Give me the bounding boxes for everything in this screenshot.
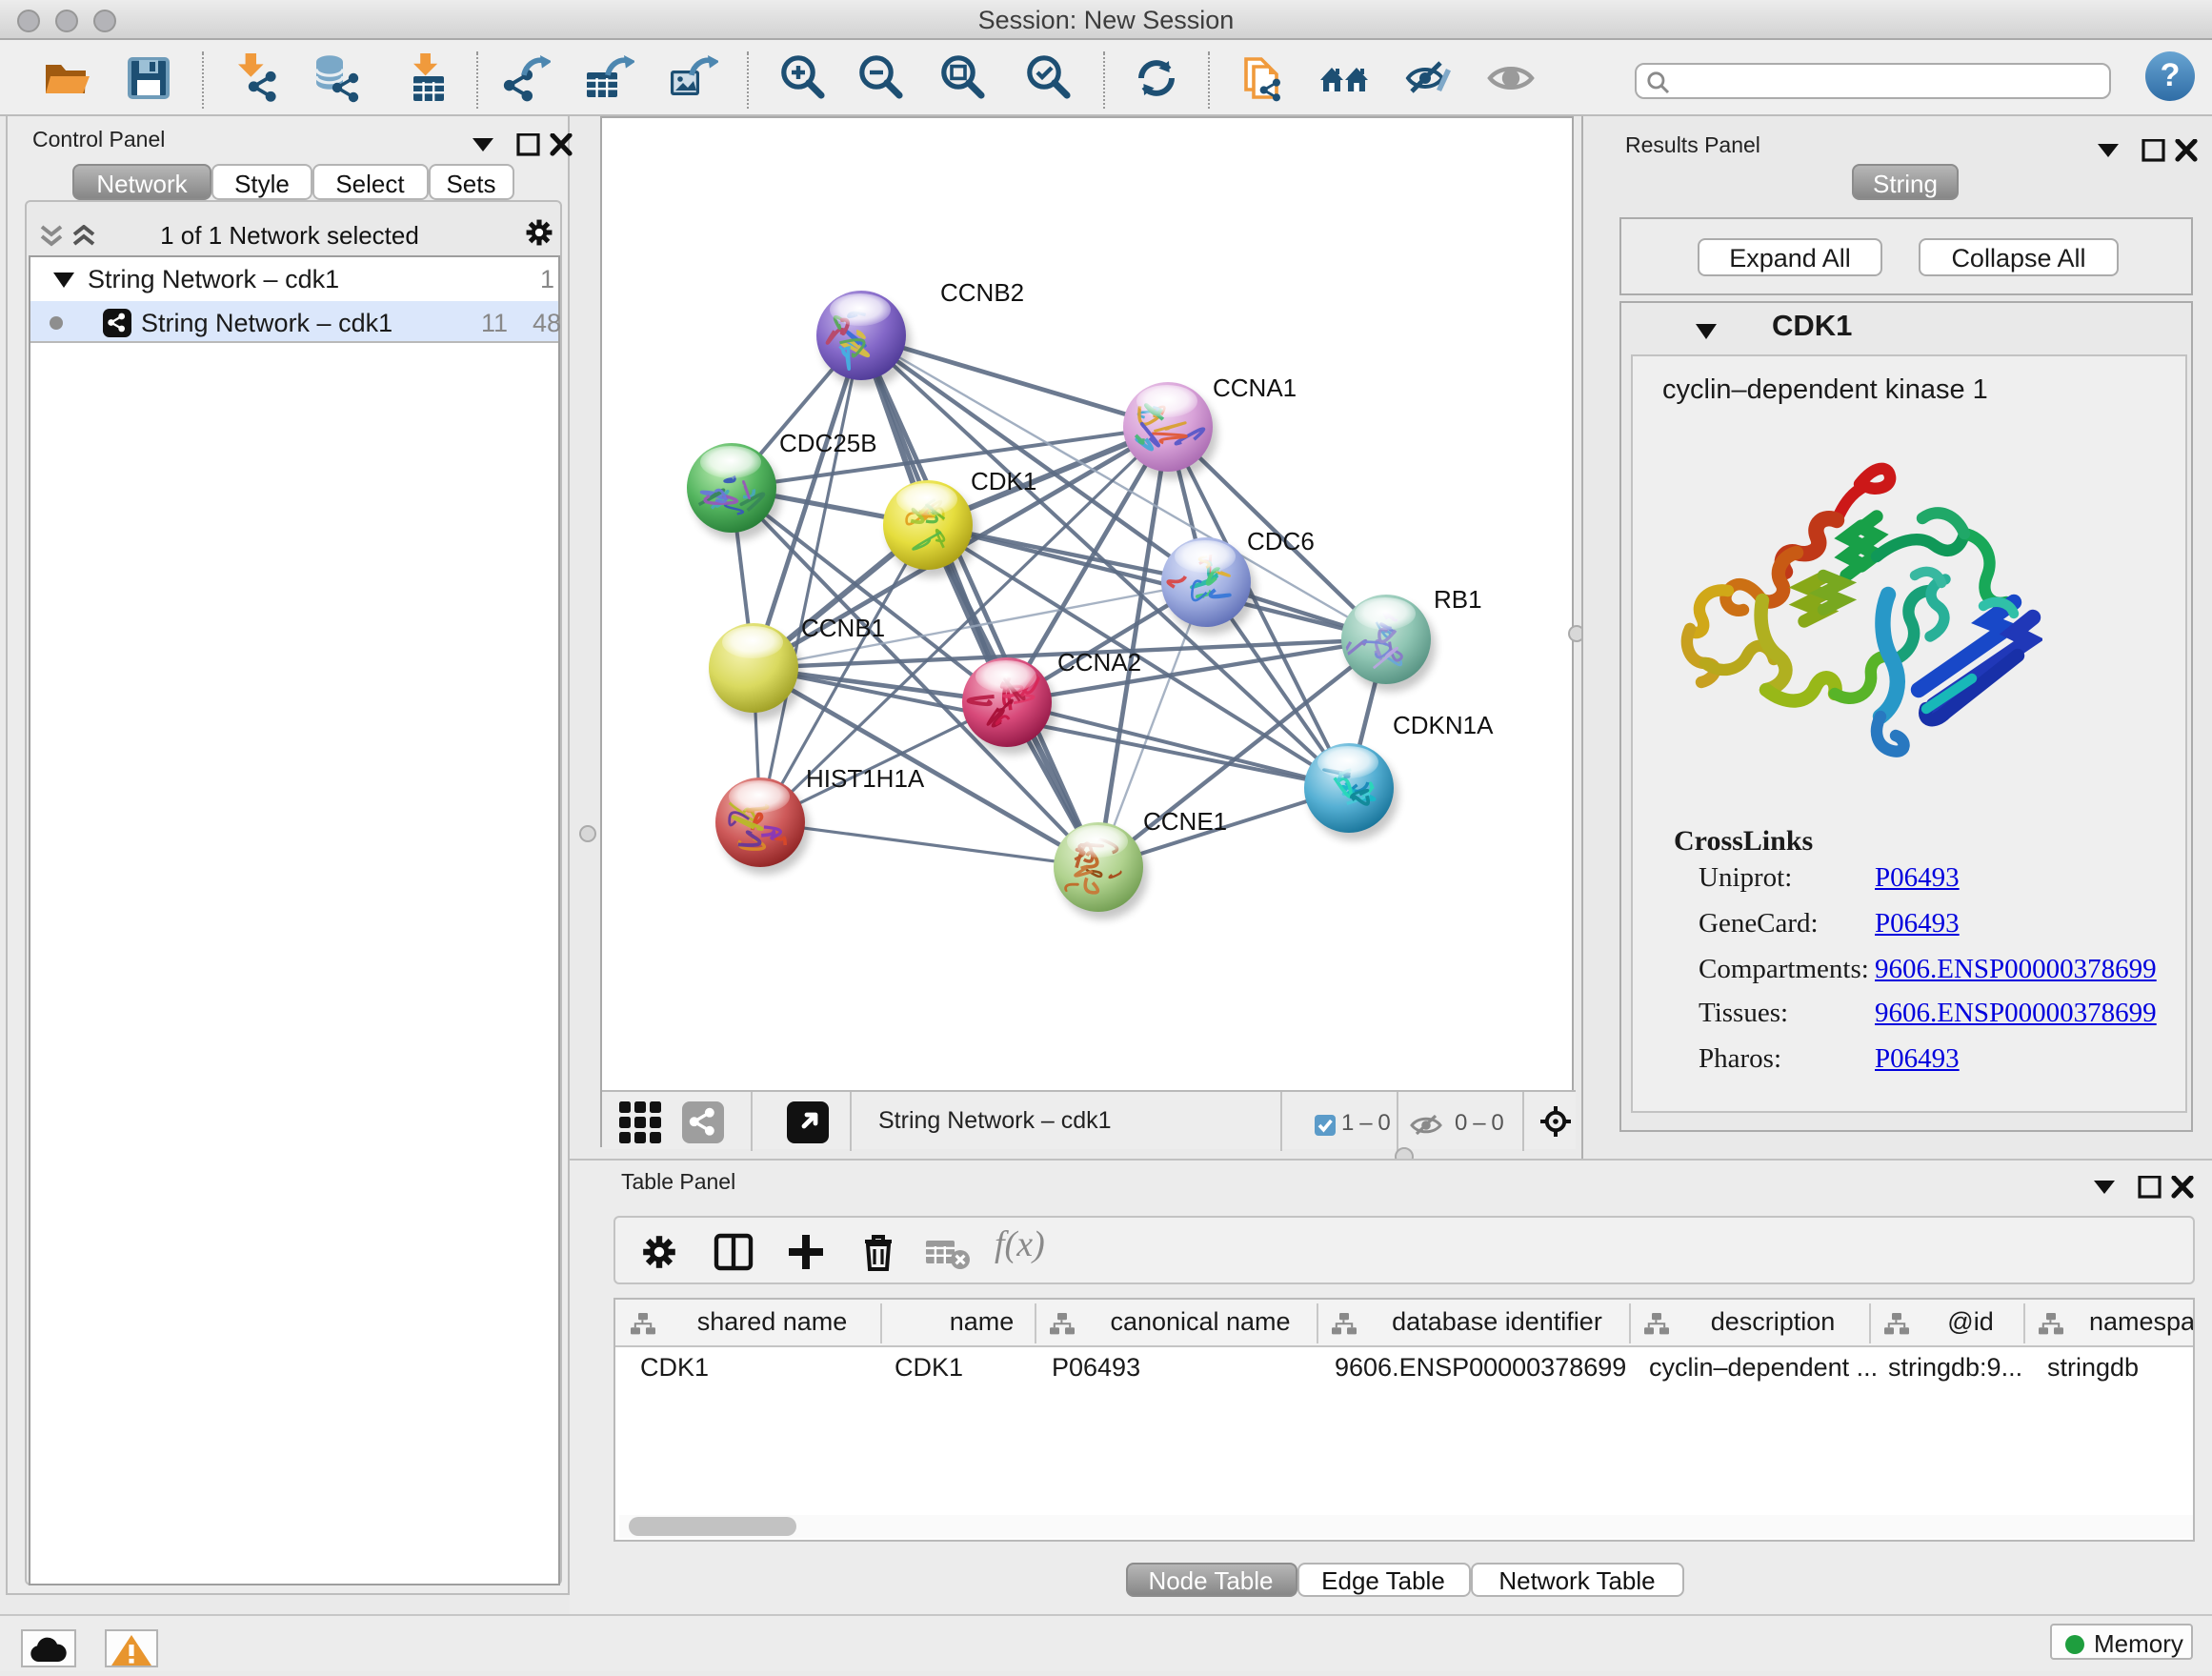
svg-text:CDC25B: CDC25B bbox=[779, 429, 877, 457]
svg-text:HIST1H1A: HIST1H1A bbox=[806, 764, 925, 793]
svg-text:CCNB1: CCNB1 bbox=[801, 614, 885, 642]
svg-text:CCNA1: CCNA1 bbox=[1213, 374, 1297, 402]
svg-text:CDC6: CDC6 bbox=[1247, 527, 1315, 555]
svg-text:CCNA2: CCNA2 bbox=[1057, 648, 1141, 676]
svg-text:CCNE1: CCNE1 bbox=[1143, 807, 1227, 836]
svg-text:CDKN1A: CDKN1A bbox=[1393, 711, 1494, 739]
svg-text:RB1: RB1 bbox=[1434, 585, 1482, 614]
svg-text:CDK1: CDK1 bbox=[971, 467, 1036, 495]
svg-text:CCNB2: CCNB2 bbox=[940, 278, 1024, 307]
